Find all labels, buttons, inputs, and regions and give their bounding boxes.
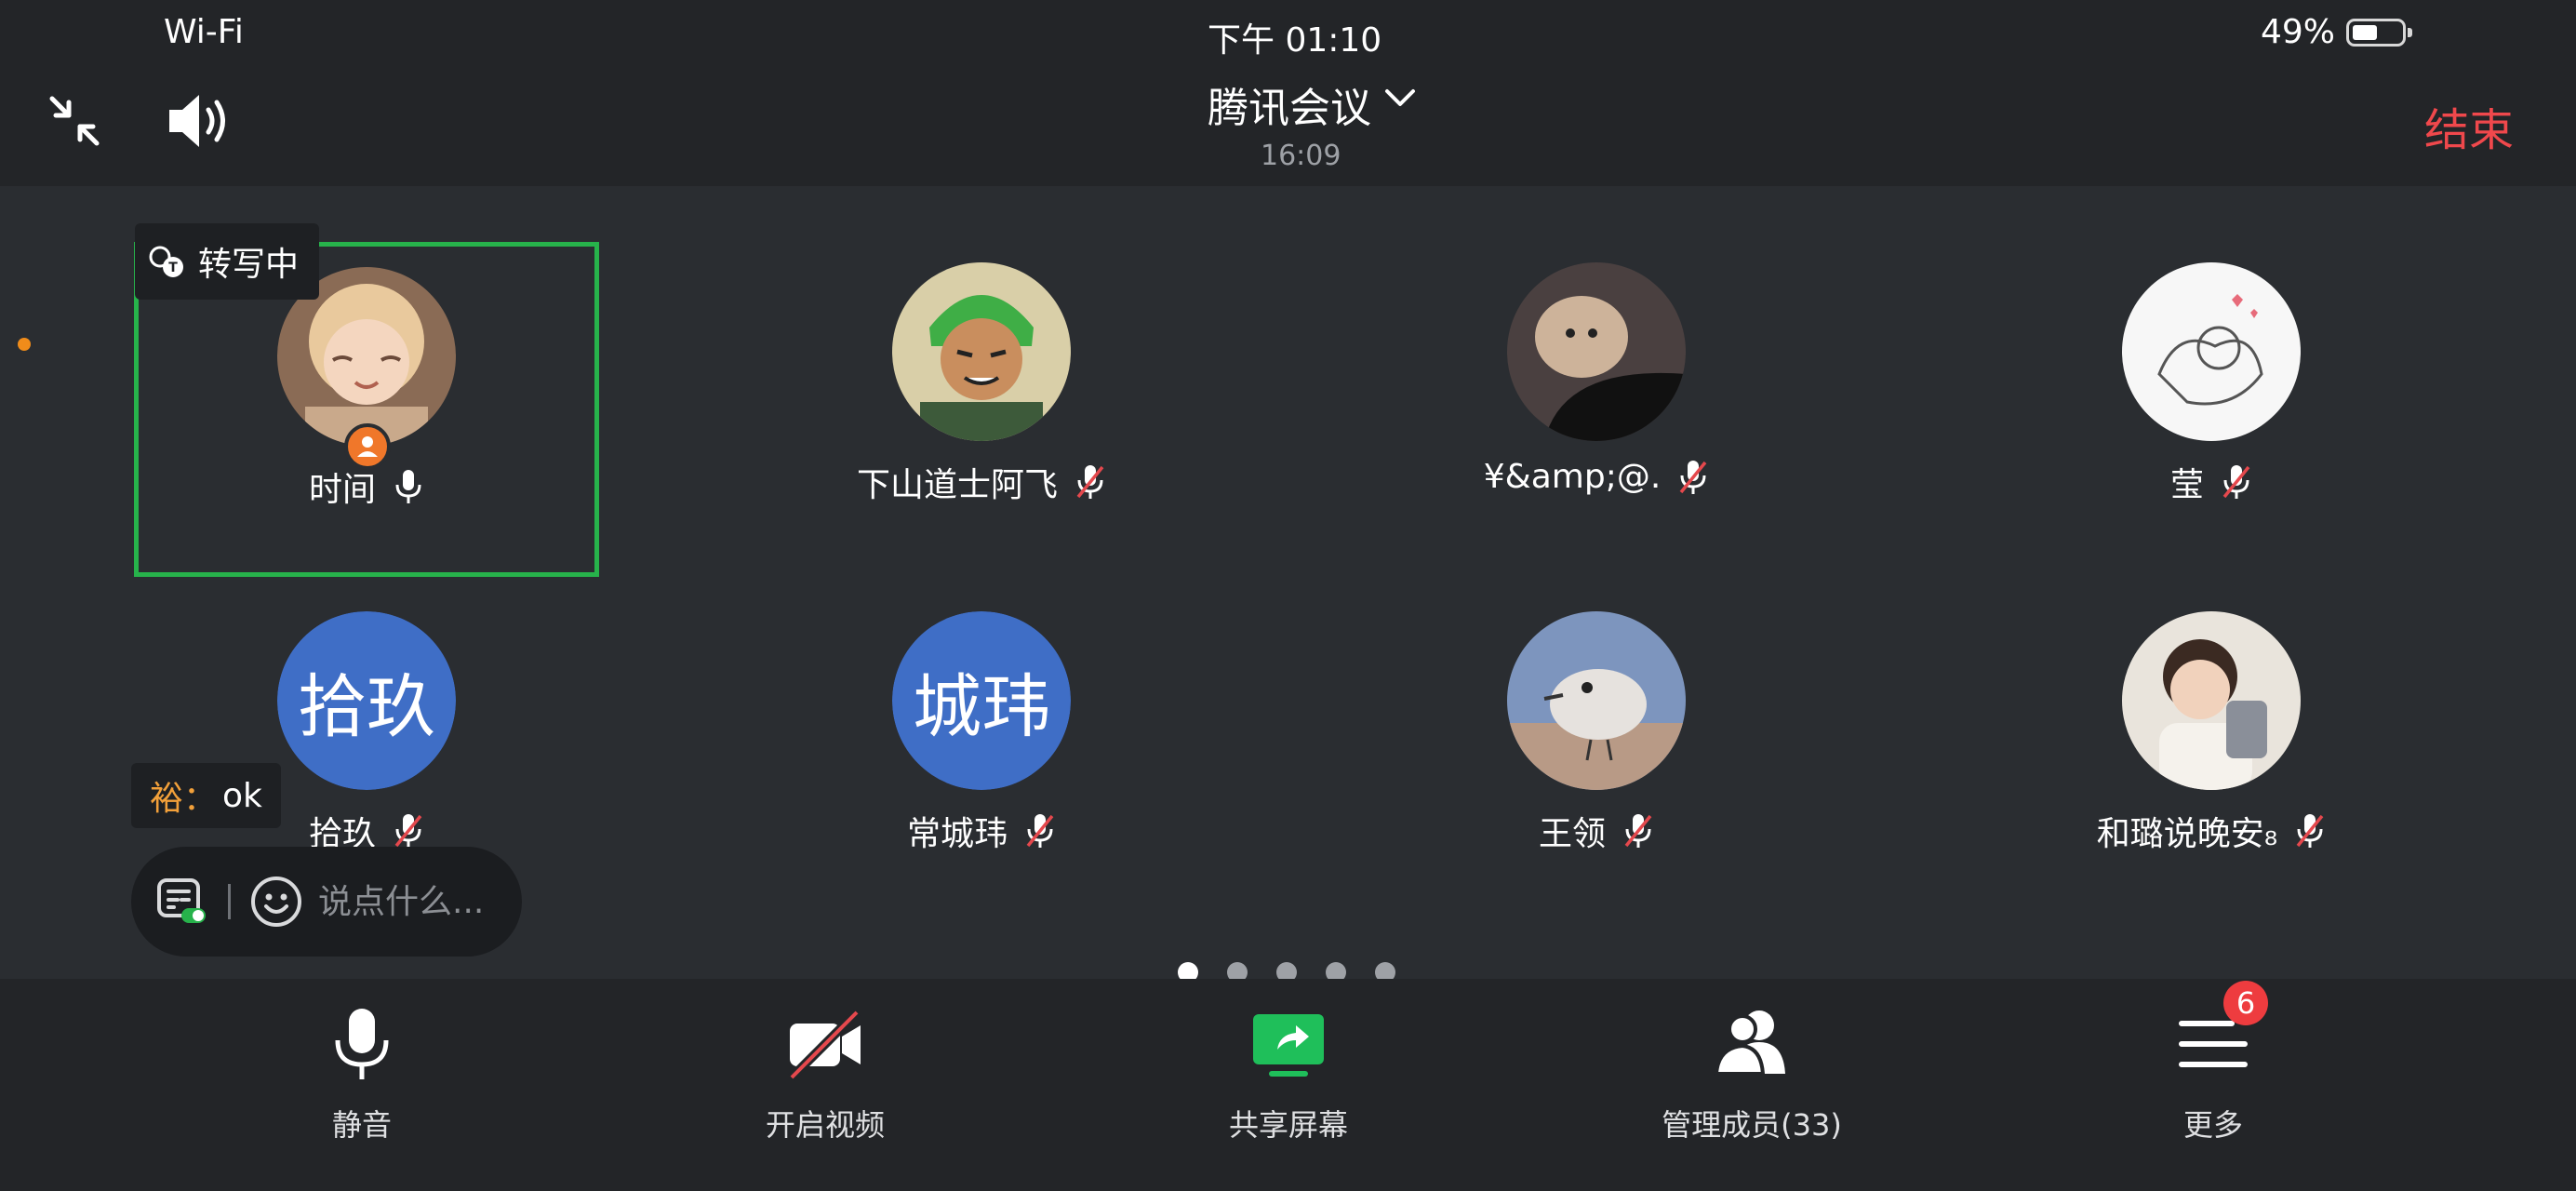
transcribe-icon: T: [149, 246, 183, 277]
manage-members-button[interactable]: 管理成员(33): [1612, 1005, 1891, 1144]
avatar: [892, 262, 1071, 441]
chat-input[interactable]: [316, 881, 506, 922]
manage-members-label: 管理成员(33): [1662, 1107, 1842, 1143]
meeting-title[interactable]: 腾讯会议: [1208, 74, 1371, 134]
microphone-muted-icon: [394, 814, 422, 848]
participant-tile[interactable]: 下山道士阿飞: [749, 242, 1214, 577]
participant-name: 下山道士阿飞: [856, 466, 1058, 504]
chat-text: ok: [222, 776, 262, 815]
members-icon: [1714, 1010, 1785, 1076]
battery-percent: 49%: [2261, 13, 2336, 51]
microphone-muted-icon: [2296, 814, 2324, 848]
divider: [228, 884, 231, 919]
microphone-muted-icon: [1624, 814, 1652, 848]
network-status: Wi-Fi: [164, 13, 244, 51]
chat-sender: 裕：: [150, 780, 218, 818]
chat-input-bar[interactable]: [131, 847, 522, 957]
participant-name: 莹: [2169, 466, 2204, 504]
transcription-status[interactable]: T 转写中: [135, 223, 320, 300]
start-video-button[interactable]: 开启视频: [686, 1005, 965, 1144]
participant-tile[interactable]: 城玮 常城玮: [749, 591, 1214, 926]
video-off-icon: [788, 1009, 861, 1081]
mute-label: 静音: [331, 1107, 392, 1143]
top-bar: Wi-Fi 下午 01:10 49% 腾讯会议 16:09 结束: [0, 0, 2576, 186]
caption-toggle-icon[interactable]: [155, 875, 209, 929]
indicator-dot: [18, 338, 31, 351]
avatar-initials: 拾玖: [277, 611, 456, 790]
more-label: 更多: [2182, 1107, 2243, 1143]
microphone-muted-icon: [1076, 465, 1104, 499]
battery-icon: [2346, 19, 2412, 47]
avatar: [1507, 262, 1686, 441]
share-screen-icon: [1253, 1014, 1324, 1077]
microphone-icon: [395, 470, 421, 503]
chevron-down-icon[interactable]: [1382, 86, 1418, 110]
participant-name: 时间: [308, 471, 376, 509]
status-clock: 下午 01:10: [1208, 21, 1382, 60]
start-video-label: 开启视频: [765, 1107, 885, 1143]
avatar: [2122, 262, 2301, 441]
avatar: [1507, 611, 1686, 790]
participant-tile[interactable]: 和璐说晚安₈: [1979, 591, 2444, 926]
participant-name: ¥&amp;@.: [1483, 458, 1662, 496]
svg-text:T: T: [168, 261, 178, 275]
microphone-muted-icon: [2222, 465, 2250, 499]
microphone-muted-icon: [1026, 814, 1054, 848]
bottom-toolbar: 静音 开启视频 共享屏幕 管理成员(33) 更多: [0, 979, 2576, 1191]
avatar-initials: 城玮: [892, 611, 1071, 790]
mute-button[interactable]: 静音: [222, 1005, 501, 1144]
avatar: 拾玖: [277, 611, 456, 790]
participant-name: 王领: [1538, 815, 1606, 853]
minimize-icon[interactable]: [47, 93, 102, 149]
end-meeting-button[interactable]: 结束: [2424, 93, 2514, 158]
share-screen-button[interactable]: 共享屏幕: [1149, 1005, 1428, 1144]
avatar: [2122, 611, 2301, 790]
participant-tile[interactable]: 莹: [1979, 242, 2444, 577]
microphone-icon: [335, 1009, 389, 1079]
transcription-label: 转写中: [198, 246, 300, 284]
chat-message[interactable]: 裕： ok: [131, 763, 281, 828]
more-button[interactable]: 更多: [2074, 1005, 2353, 1144]
notification-badge: 6: [2223, 981, 2268, 1025]
participant-name: 和璐说晚安₈: [2096, 815, 2278, 853]
speaker-icon[interactable]: [166, 91, 231, 151]
emoji-icon[interactable]: [249, 875, 303, 929]
share-screen-label: 共享屏幕: [1228, 1107, 1348, 1143]
microphone-muted-icon: [1679, 460, 1707, 494]
participant-tile[interactable]: ¥&amp;@.: [1364, 242, 1829, 577]
participant-tile[interactable]: 王领: [1364, 591, 1829, 926]
participant-name: 常城玮: [906, 815, 1008, 853]
avatar: 城玮: [892, 611, 1071, 790]
meeting-duration: 16:09: [1261, 140, 1341, 172]
